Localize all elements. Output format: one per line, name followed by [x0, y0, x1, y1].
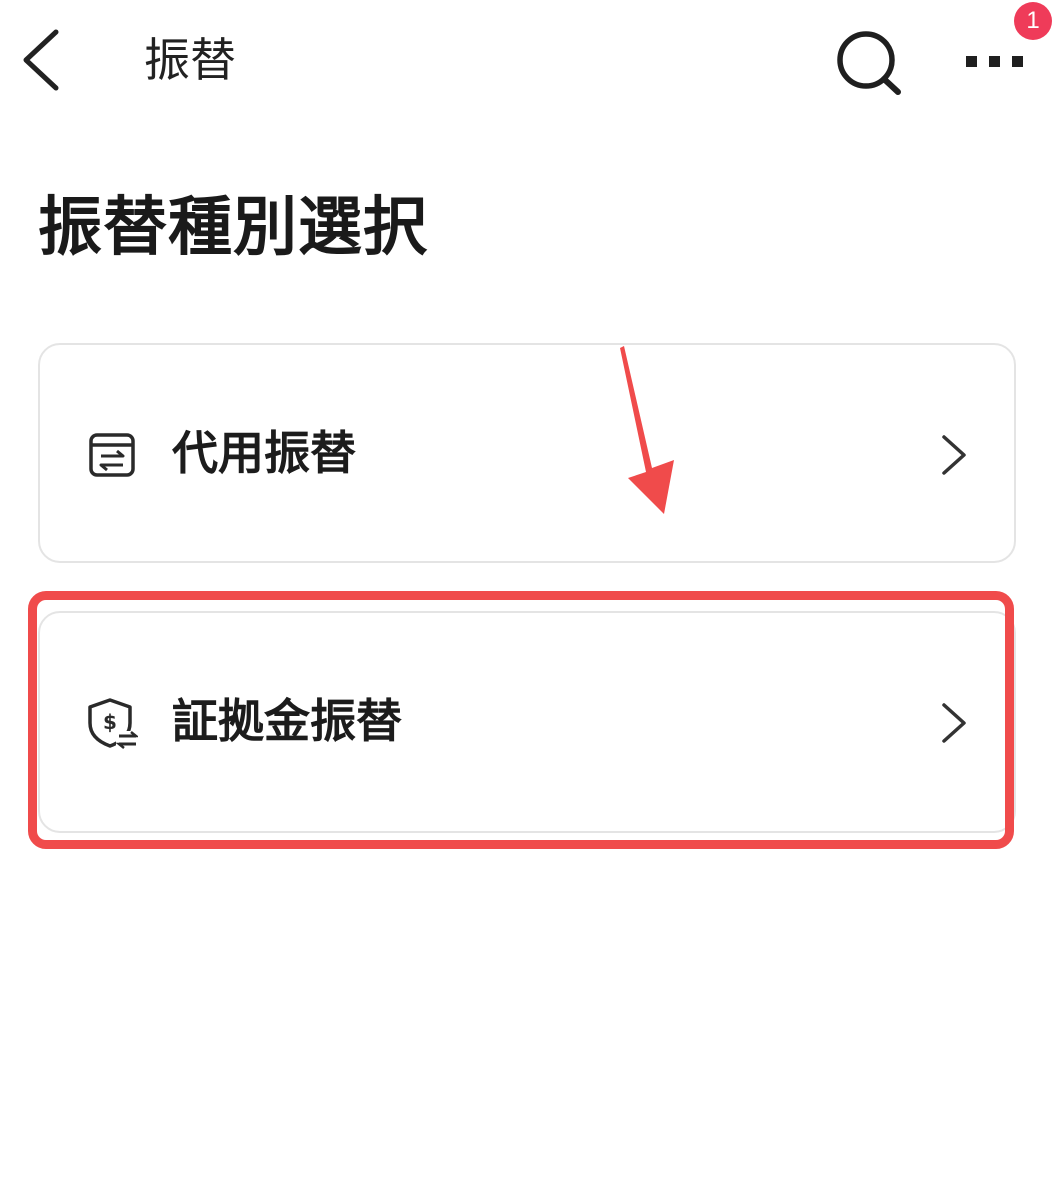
- svg-text:$: $: [103, 710, 117, 734]
- search-icon: [837, 31, 901, 95]
- more-menu-button[interactable]: [958, 30, 1032, 94]
- chevron-left-icon: [23, 29, 59, 91]
- shield-dollar-transfer-icon: $: [88, 698, 138, 749]
- chevron-right-icon: [942, 435, 966, 475]
- transfer-document-icon: [89, 433, 135, 477]
- more-horizontal-icon: [966, 56, 1023, 67]
- top-navigation-bar: 振替 1: [0, 0, 1062, 125]
- notification-badge: 1: [1014, 2, 1052, 40]
- option-label: 代用振替: [172, 426, 356, 480]
- nav-title: 振替: [144, 33, 236, 87]
- option-margin-transfer[interactable]: $ 証拠金振替: [38, 611, 1016, 833]
- back-button[interactable]: [14, 24, 74, 96]
- option-label: 証拠金振替: [172, 694, 402, 748]
- page-heading: 振替種別選択: [38, 191, 428, 265]
- search-button[interactable]: [832, 26, 908, 102]
- chevron-right-icon: [942, 703, 966, 743]
- option-substitute-transfer[interactable]: 代用振替: [38, 343, 1016, 563]
